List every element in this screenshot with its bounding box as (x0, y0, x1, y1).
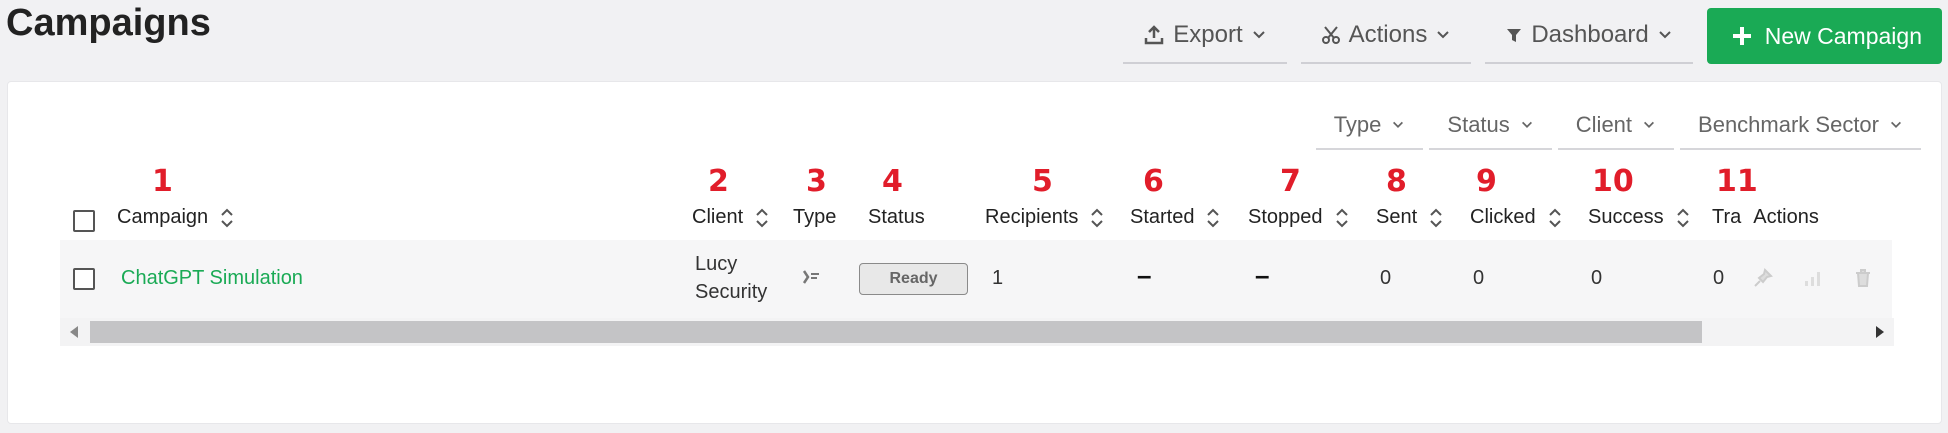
stopped-cell: – (1255, 260, 1270, 290)
scissors-icon (1321, 26, 1340, 44)
export-dropdown[interactable]: Export (1123, 8, 1287, 64)
filter-bar: Type Status Client Benchmark Sector (1310, 102, 1921, 150)
column-recipients-label: Recipients (985, 206, 1079, 228)
column-sent-label: Sent (1376, 206, 1418, 228)
column-client-label: Client (692, 206, 744, 228)
plus-icon (1732, 27, 1751, 45)
column-clicked-label: Clicked (1470, 206, 1536, 228)
column-started[interactable]: Started (1130, 206, 1220, 229)
chevron-down-icon (1437, 31, 1450, 39)
started-cell: – (1137, 260, 1152, 290)
recipients-cell: 1 (992, 267, 1004, 289)
column-tra: Tra Actions (1712, 206, 1819, 229)
type-filter[interactable]: Type (1315, 102, 1424, 150)
actions-label: Actions (1348, 21, 1428, 48)
benchmark-filter-label: Benchmark Sector (1698, 112, 1879, 137)
page-title: Campaigns (6, 2, 211, 44)
column-started-label: Started (1130, 206, 1195, 228)
column-actions-label: Actions (1753, 206, 1819, 228)
export-label: Export (1173, 21, 1243, 48)
status-badge: Ready (859, 263, 968, 295)
sort-icon (1676, 208, 1689, 227)
table-header: 1 2 3 4 5 6 7 8 9 10 11 Campaign Client … (60, 152, 1892, 240)
marker-2: 2 (708, 164, 729, 199)
marker-1: 1 (152, 164, 173, 199)
column-type: Type (793, 206, 836, 229)
status-filter[interactable]: Status (1429, 102, 1552, 150)
horizontal-scrollbar[interactable] (60, 318, 1894, 346)
upload-icon (1145, 25, 1164, 45)
scroll-right-icon[interactable] (1876, 326, 1884, 338)
column-recipients[interactable]: Recipients (985, 206, 1104, 229)
client-filter[interactable]: Client (1557, 102, 1675, 150)
select-all-checkbox[interactable] (73, 210, 95, 232)
pin-icon[interactable] (1753, 268, 1773, 288)
sort-icon (756, 208, 768, 227)
column-success[interactable]: Success (1588, 206, 1690, 229)
row-checkbox[interactable] (73, 268, 95, 290)
marker-10: 10 (1592, 164, 1634, 199)
marker-6: 6 (1143, 164, 1164, 199)
row-actions (1753, 268, 1873, 288)
column-stopped[interactable]: Stopped (1248, 206, 1349, 229)
column-sent[interactable]: Sent (1376, 206, 1443, 229)
new-campaign-button[interactable]: New Campaign (1706, 8, 1942, 64)
bar-chart-icon[interactable] (1803, 268, 1823, 288)
tra-cell: 0 (1713, 267, 1725, 289)
chevron-down-icon (1252, 31, 1265, 39)
phishing-type-icon (802, 270, 819, 284)
column-type-label: Type (793, 206, 837, 228)
column-tra-label: Tra (1712, 206, 1742, 228)
marker-8: 8 (1386, 164, 1407, 199)
sent-cell: 0 (1380, 267, 1392, 289)
status-filter-label: Status (1447, 112, 1510, 137)
benchmark-sector-filter[interactable]: Benchmark Sector (1680, 102, 1921, 150)
marker-5: 5 (1032, 164, 1053, 199)
marker-9: 9 (1476, 164, 1497, 199)
dashboard-label: Dashboard (1531, 21, 1649, 48)
scrollbar-thumb[interactable] (90, 321, 1702, 343)
marker-11: 11 (1716, 164, 1758, 199)
campaign-name-link[interactable]: ChatGPT Simulation (121, 267, 303, 290)
type-filter-label: Type (1333, 112, 1382, 137)
column-clicked[interactable]: Clicked (1470, 206, 1562, 229)
dashboard-dropdown[interactable]: Dashboard (1485, 8, 1693, 64)
sort-icon (1548, 208, 1561, 227)
clicked-cell: 0 (1473, 267, 1485, 289)
top-toolbar: Export Actions Dashboard New Campaign (1123, 8, 1942, 64)
sort-icon (1207, 208, 1220, 227)
sort-icon (1091, 208, 1104, 227)
column-campaign-label: Campaign (117, 206, 209, 228)
table-row[interactable]: ChatGPT Simulation Lucy Security Ready 1… (60, 240, 1892, 320)
actions-dropdown[interactable]: Actions (1300, 8, 1472, 64)
filter-icon (1507, 29, 1522, 42)
success-cell: 0 (1591, 267, 1603, 289)
campaigns-card: Type Status Client Benchmark Sector 1 2 … (7, 81, 1942, 424)
column-campaign[interactable]: Campaign (117, 206, 234, 229)
chevron-down-icon (1891, 121, 1901, 128)
sort-icon (221, 208, 233, 227)
sort-icon (1430, 208, 1442, 227)
marker-7: 7 (1280, 164, 1301, 199)
chevron-down-icon (1659, 31, 1671, 39)
column-stopped-label: Stopped (1248, 206, 1323, 228)
column-success-label: Success (1588, 206, 1664, 228)
marker-3: 3 (806, 164, 827, 199)
client-filter-label: Client (1575, 112, 1633, 137)
chevron-down-icon (1393, 121, 1404, 128)
sort-icon (1335, 208, 1348, 227)
client-cell-line2: Security (695, 281, 768, 303)
marker-4: 4 (882, 164, 903, 199)
chevron-down-icon (1644, 121, 1655, 128)
trash-icon[interactable] (1853, 268, 1873, 288)
column-client[interactable]: Client (692, 206, 769, 229)
new-campaign-label: New Campaign (1764, 22, 1922, 49)
type-cell (801, 268, 821, 291)
scroll-left-icon[interactable] (70, 326, 78, 338)
column-status: Status (868, 206, 925, 229)
client-cell-line1: Lucy (695, 253, 738, 275)
chevron-down-icon (1521, 121, 1532, 128)
column-status-label: Status (868, 206, 925, 228)
